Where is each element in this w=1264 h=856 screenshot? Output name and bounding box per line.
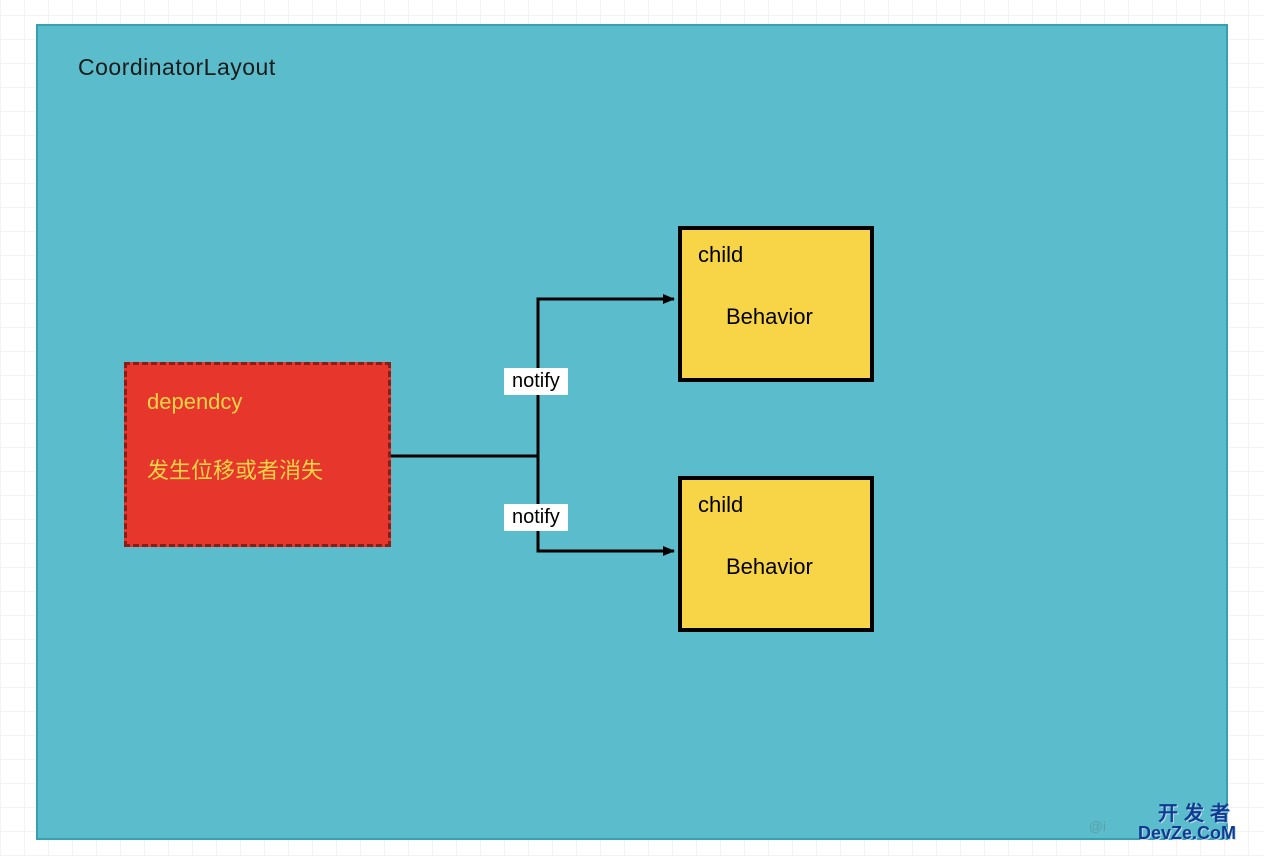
child-node-1: child Behavior <box>678 226 874 382</box>
child-1-title: child <box>698 242 856 268</box>
coordinator-layout-diagram: CoordinatorLayout notify notify dependcy… <box>36 24 1228 840</box>
watermark-line1: 开发者 <box>1138 804 1236 824</box>
watermark: 开发者 DevZe.CoM <box>1138 804 1236 842</box>
dependency-label: dependcy <box>147 389 368 415</box>
credit-text: @i <box>1089 818 1106 834</box>
dependency-node: dependcy 发生位移或者消失 <box>124 362 391 547</box>
child-1-behavior: Behavior <box>726 304 856 330</box>
child-2-title: child <box>698 492 856 518</box>
edge-label-notify-1: notify <box>504 368 568 395</box>
child-2-behavior: Behavior <box>726 554 856 580</box>
child-node-2: child Behavior <box>678 476 874 632</box>
container-title: CoordinatorLayout <box>78 54 276 81</box>
watermark-line2: DevZe.CoM <box>1138 824 1236 842</box>
edge-label-notify-2: notify <box>504 504 568 531</box>
dependency-subtitle: 发生位移或者消失 <box>147 453 368 485</box>
